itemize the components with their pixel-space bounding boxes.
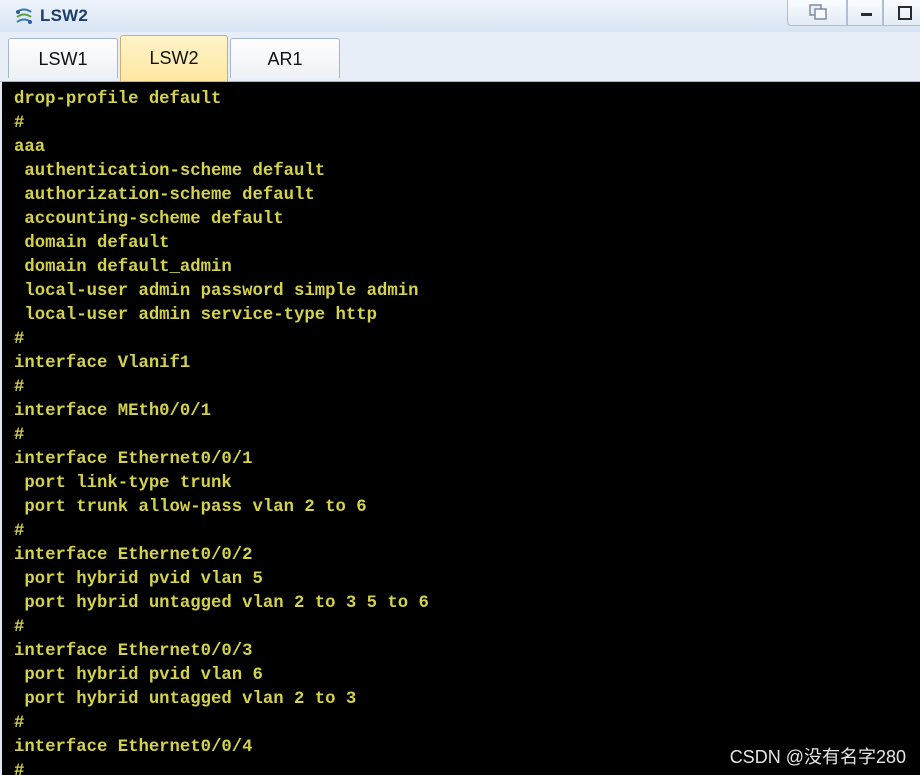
terminal-output[interactable]: drop-profile default # aaa authenticatio…: [2, 82, 920, 775]
terminal-line: port hybrid untagged vlan 2 to 3 5 to 6: [14, 594, 429, 613]
terminal-line: interface Ethernet0/0/2: [14, 546, 253, 565]
terminal-line: interface Ethernet0/0/3: [14, 642, 253, 661]
terminal-line: domain default: [14, 234, 170, 253]
terminal-line: #: [14, 378, 25, 397]
terminal-window: LSW2 LSW1 LSW2 AR1 drop-profile default …: [0, 0, 920, 775]
terminal-line: #: [14, 522, 25, 541]
terminal-line: #: [14, 330, 25, 349]
terminal-line: #: [14, 426, 25, 445]
terminal-line: interface Vlanif1: [14, 354, 191, 373]
maximize-button[interactable]: [883, 0, 920, 26]
minimize-button[interactable]: [847, 0, 883, 26]
terminal-line: port hybrid pvid vlan 5: [14, 570, 263, 589]
terminal-line: #: [14, 114, 25, 133]
terminal-line: #: [14, 618, 25, 637]
terminal-line: port hybrid untagged vlan 2 to 3: [14, 690, 357, 709]
restore-icon: [809, 4, 827, 20]
tab-ar1[interactable]: AR1: [230, 38, 340, 78]
terminal-line: port hybrid pvid vlan 6: [14, 666, 263, 685]
terminal-line: port link-type trunk: [14, 474, 232, 493]
tab-label: LSW2: [149, 48, 199, 68]
terminal-line: authentication-scheme default: [14, 162, 326, 181]
terminal-line: authorization-scheme default: [14, 186, 315, 205]
maximize-icon: [898, 6, 912, 20]
terminal-line: drop-profile default: [14, 90, 222, 109]
terminal-line: local-user admin service-type http: [14, 306, 377, 325]
tab-label: AR1: [267, 49, 303, 69]
window-title: LSW2: [40, 6, 89, 25]
title-bar[interactable]: LSW2: [0, 0, 920, 33]
terminal-line: local-user admin password simple admin: [14, 282, 419, 301]
terminal-line: interface MEth0/0/1: [14, 402, 212, 421]
terminal-line: domain default_admin: [14, 258, 232, 277]
tab-strip: LSW1 LSW2 AR1: [0, 32, 920, 82]
restore-button[interactable]: [787, 0, 847, 26]
watermark: CSDN @没有名字280: [729, 747, 906, 767]
minimize-icon: [861, 13, 872, 16]
tab-lsw1[interactable]: LSW1: [8, 38, 118, 78]
terminal-line: #: [14, 762, 25, 775]
tab-lsw2[interactable]: LSW2: [120, 35, 228, 81]
terminal-line: port trunk allow-pass vlan 2 to 6: [14, 498, 367, 517]
terminal-line: #: [14, 714, 25, 733]
device-icon: [16, 8, 32, 24]
tab-label: LSW1: [38, 49, 88, 69]
terminal-line: aaa: [14, 138, 46, 157]
terminal-line: accounting-scheme default: [14, 210, 284, 229]
terminal-line: interface Ethernet0/0/4: [14, 738, 253, 757]
terminal-line: interface Ethernet0/0/1: [14, 450, 253, 469]
